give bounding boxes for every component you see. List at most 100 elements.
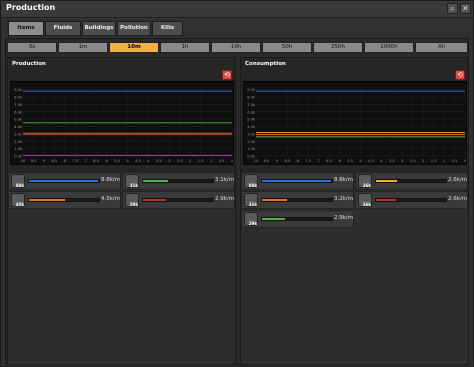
rate-bar	[142, 179, 214, 183]
rate-bar	[375, 179, 447, 183]
y-tick-label: 1.0k	[14, 147, 23, 151]
x-tick-label: 10	[21, 159, 26, 163]
list-item[interactable]: 26k 2.6k/m	[355, 191, 468, 209]
x-tick-label: 4	[147, 159, 150, 163]
x-tick-label: 8.5	[284, 159, 290, 163]
y-tick-label: 3.0k	[14, 132, 23, 136]
consumption-graph-svg: 9.0k 8.0k 7.0k 6.0k 5.0k 4.0k 3.0k 2.0k 1.0k 0.0k…	[247, 86, 467, 163]
search-icon[interactable]: ⌕	[447, 3, 458, 14]
rate-label: 8.8k/m	[101, 177, 121, 183]
iron-plate-icon: 88k	[244, 174, 258, 188]
item-count: 29k	[248, 221, 257, 226]
list-item[interactable]: 88k 8.8k/m	[8, 172, 121, 190]
x-tick-label: 2.5	[410, 159, 416, 163]
x-tick-label: 4.5	[135, 159, 141, 163]
y-tick-label: 6.0k	[14, 110, 23, 114]
rate-bar	[375, 198, 447, 202]
x-tick-label: 7	[85, 159, 87, 163]
reset-icon[interactable]: ⟲	[222, 70, 232, 80]
time-range-all[interactable]: All	[415, 42, 468, 53]
time-range-10h[interactable]: 10h	[211, 42, 261, 53]
x-tick-label: 7	[318, 159, 320, 163]
production-graph: 9.0k 8.0k 7.0k 6.0k 5.0k 4.0k 3.0k 2.0k 1.0k 0.0k…	[10, 81, 234, 165]
item-count: 88k	[15, 183, 24, 188]
x-tick-label: 9.5	[31, 159, 37, 163]
list-item[interactable]: 31k 3.1k/m	[122, 172, 235, 190]
x-tick-label: 3	[401, 159, 403, 163]
item-count: 45k	[15, 202, 24, 207]
item-count: 31k	[129, 183, 138, 188]
y-tick-label: 4.0k	[14, 125, 23, 129]
x-tick-label: 3.5	[389, 159, 395, 163]
y-tick-label: 3.0k	[247, 132, 256, 136]
x-tick-label: 9	[276, 159, 279, 163]
time-range-1m[interactable]: 1m	[58, 42, 108, 53]
consumption-title: Consumption	[245, 61, 286, 67]
x-tick-label: 9	[43, 159, 46, 163]
rate-label: 3.1k/m	[215, 177, 235, 183]
tab-pollution[interactable]: Pollution	[117, 21, 151, 36]
item-count: 29k	[129, 202, 138, 207]
y-tick-label: 1.0k	[247, 147, 256, 151]
consumption-panel: Consumption ⟲ 9.0k 8.0k 7.0k 6.0k 5.0k 4.0k 3.…	[240, 57, 469, 365]
consumption-item-list: 88k 8.8k/m 26k 2.6k/m 31k 3.2k/m 26k 2.6…	[241, 172, 468, 364]
list-item[interactable]: 88k 8.8k/m	[241, 172, 354, 190]
y-tick-label: 9.0k	[247, 88, 256, 92]
time-range-10m[interactable]: 10m	[109, 42, 159, 53]
tab-buildings[interactable]: Buildings	[82, 21, 116, 36]
x-tick-label: 0	[464, 159, 467, 163]
close-icon[interactable]: ✕	[460, 3, 471, 14]
x-tick-label: 10	[254, 159, 259, 163]
stone-brick-icon: 29k	[244, 212, 258, 226]
y-tick-label: 2.0k	[247, 140, 256, 144]
tab-fluids[interactable]: Fluids	[45, 21, 81, 36]
x-tick-label: 3	[168, 159, 170, 163]
circuit-icon: 45k	[11, 193, 25, 207]
production-title: Production	[12, 61, 46, 67]
tab-kills[interactable]: Kills	[152, 21, 183, 36]
x-tick-label: 4.5	[368, 159, 374, 163]
list-item[interactable]: 29k 2.9k/m	[241, 210, 354, 228]
title-bar[interactable]: Production ⌕ ✕	[1, 1, 473, 18]
time-range-250h[interactable]: 250h	[313, 42, 363, 53]
x-tick-label: 4	[380, 159, 383, 163]
reset-icon[interactable]: ⟲	[455, 70, 465, 80]
rate-label: 3.2k/m	[334, 196, 354, 202]
tab-items[interactable]: Items	[8, 21, 44, 36]
item-count: 26k	[362, 183, 371, 188]
item-count: 88k	[248, 183, 257, 188]
item-count: 31k	[248, 202, 257, 207]
y-tick-label: 5.0k	[14, 118, 23, 122]
gear-icon: 26k	[358, 174, 372, 188]
x-tick-label: 5	[359, 159, 361, 163]
time-range-1000h[interactable]: 1000h	[364, 42, 414, 53]
rate-bar	[261, 179, 333, 183]
rate-bar	[261, 217, 333, 221]
rate-label: 8.8k/m	[334, 177, 354, 183]
x-tick-label: 0.5	[452, 159, 458, 163]
x-tick-label: 5.5	[114, 159, 120, 163]
y-tick-label: 6.0k	[247, 110, 256, 114]
list-item[interactable]: 26k 2.6k/m	[355, 172, 468, 190]
production-item-list: 88k 8.8k/m 31k 3.1k/m 45k 4.5k/m 29k 2.9…	[8, 172, 235, 364]
time-range-1h[interactable]: 1h	[160, 42, 210, 53]
list-item[interactable]: 29k 2.9k/m	[122, 191, 235, 209]
y-tick-label: 5.0k	[247, 118, 256, 122]
production-window: Production ⌕ ✕ Items Fluids Buildings Po…	[0, 0, 474, 367]
rate-bar	[142, 198, 214, 202]
list-item[interactable]: 45k 4.5k/m	[8, 191, 121, 209]
time-range-5s[interactable]: 5s	[7, 42, 57, 53]
rate-bar	[261, 198, 333, 202]
production-panel: Production ⟲ 9.0k 8.0k 7.0k 6.0k 5.0k 4.0k 3.0…	[7, 57, 236, 365]
x-tick-label: 1.5	[198, 159, 204, 163]
list-item[interactable]: 31k 3.2k/m	[241, 191, 354, 209]
x-tick-label: 6.5	[326, 159, 332, 163]
x-tick-label: 7.5	[72, 159, 78, 163]
y-tick-label: 0.0k	[14, 155, 23, 159]
x-tick-label: 5	[126, 159, 128, 163]
rate-bar	[28, 179, 100, 183]
x-tick-label: 1	[210, 159, 212, 163]
rate-label: 2.6k/m	[448, 177, 468, 183]
time-range-50h[interactable]: 50h	[262, 42, 312, 53]
x-tick-label: 7.5	[305, 159, 311, 163]
